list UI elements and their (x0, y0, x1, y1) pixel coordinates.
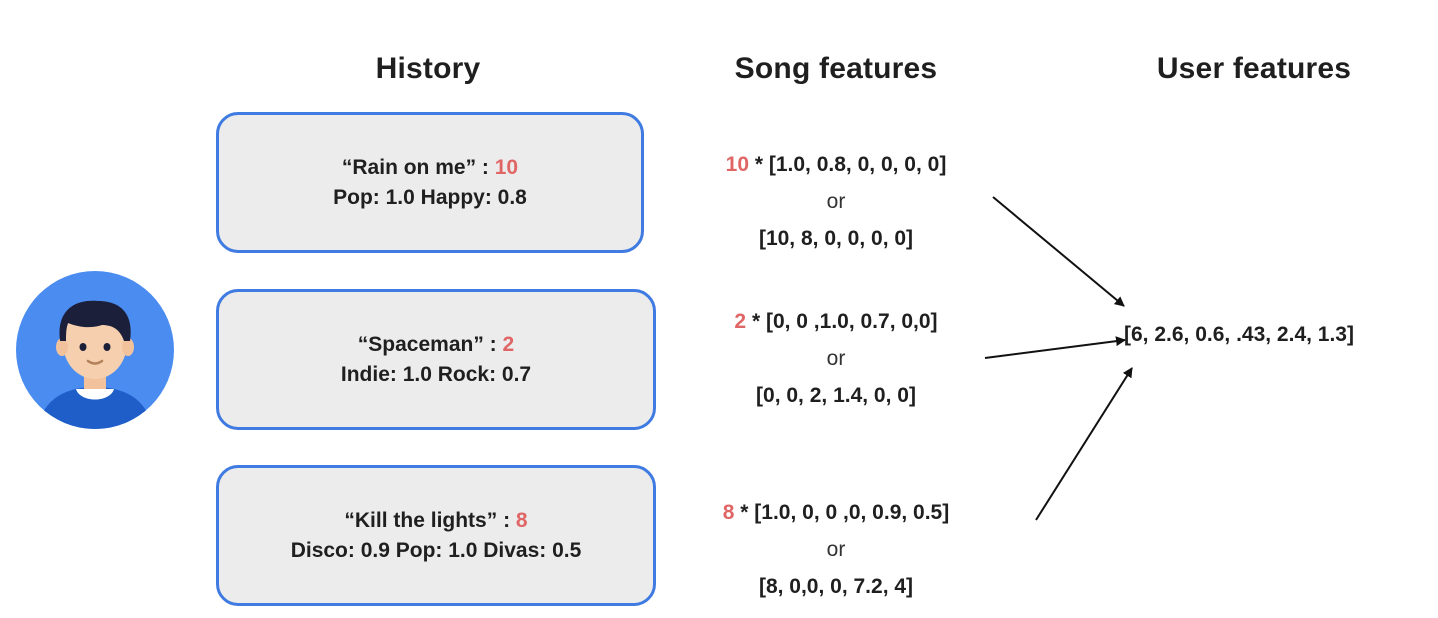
arrow-from-song-3 (1035, 367, 1133, 521)
arrows-layer (984, 196, 1133, 521)
arrow-from-song-1 (992, 196, 1125, 307)
user-feature-vector: [6, 2.6, 0.6, .43, 2.4, 1.3] (1124, 323, 1354, 346)
arrow-from-song-2 (984, 336, 1126, 359)
